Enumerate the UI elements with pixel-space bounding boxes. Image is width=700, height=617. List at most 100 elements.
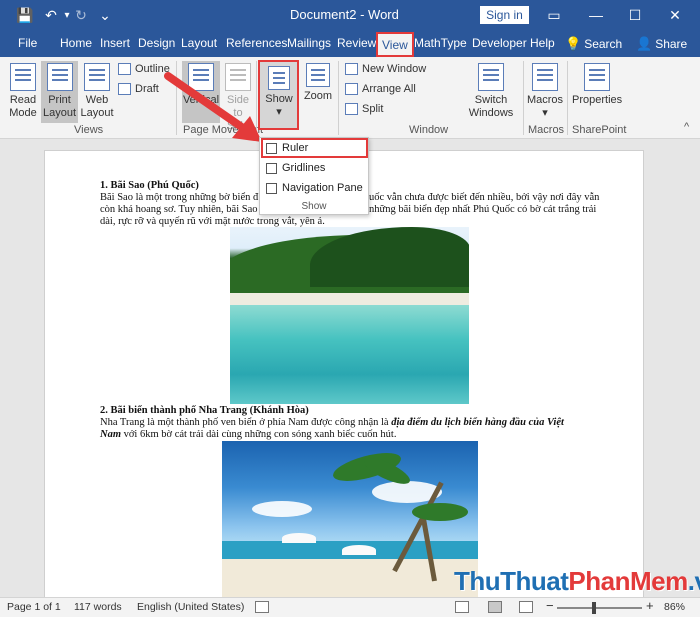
outline-icon	[118, 63, 131, 75]
tab-help[interactable]: Help	[530, 36, 555, 50]
sign-in-button[interactable]: Sign in	[480, 6, 529, 24]
language[interactable]: English (United States)	[137, 601, 244, 613]
tab-references[interactable]: References	[226, 36, 287, 50]
split-button[interactable]: Split	[345, 103, 383, 115]
gridlines-option[interactable]: Gridlines	[266, 162, 325, 174]
web-layout-label-2: Layout	[80, 107, 114, 119]
split-icon	[345, 103, 358, 115]
paragraph-line: những bãi biển đẹp nhất Phú Quốc có bờ c…	[369, 204, 597, 215]
zoom-label: Zoom	[303, 90, 333, 102]
web-layout-label-1: Web	[85, 94, 109, 106]
zoom-button[interactable]: Zoom	[301, 63, 335, 121]
arrange-all-button[interactable]: Arrange All	[345, 83, 416, 95]
paragraph-line: Nam với 6km bờ cát trải dài cùng những c…	[100, 429, 396, 442]
properties-label: Properties	[572, 94, 623, 106]
tab-insert[interactable]: Insert	[100, 36, 130, 50]
customize-toolbar-icon[interactable]: ⌄	[96, 6, 114, 24]
macros-icon	[532, 63, 558, 91]
close-icon[interactable]: ✕	[664, 4, 686, 26]
draft-button[interactable]: Draft	[118, 83, 159, 95]
paragraph-emphasis: địa điểm du lịch biển hàng đầu của Việt	[391, 417, 564, 428]
redo-icon[interactable]: ↻	[72, 6, 90, 24]
zoom-slider-thumb[interactable]	[591, 602, 596, 614]
cloud	[252, 501, 312, 517]
red-arrow-annotation	[164, 72, 262, 142]
tab-mailings[interactable]: Mailings	[287, 36, 331, 50]
word-count[interactable]: 117 words	[74, 601, 122, 613]
read-mode-label-1: Read	[9, 94, 37, 106]
navigation-pane-checkbox[interactable]	[266, 182, 277, 194]
read-mode-button[interactable]: Read Mode	[5, 63, 41, 121]
new-window-icon	[345, 63, 358, 75]
zoom-in-button[interactable]: +	[646, 598, 654, 613]
print-layout-label-1: Print	[48, 94, 71, 106]
web-layout-button[interactable]: Web Layout	[79, 63, 115, 121]
watermark-part: ThuThuat	[454, 566, 569, 596]
navigation-pane-option[interactable]: Navigation Pane	[266, 182, 363, 194]
minimize-icon[interactable]: —	[585, 4, 607, 26]
tab-review[interactable]: Review	[337, 36, 376, 50]
paragraph-line: Bãi Sao là một trong những bờ biển đ	[100, 192, 259, 203]
heading-nha-trang: 2. Bãi biển thành phố Nha Trang (Khánh H…	[100, 405, 309, 416]
ruler-checkbox[interactable]	[266, 142, 277, 154]
tab-file[interactable]: File	[18, 36, 37, 50]
switch-windows-label-2: Windows	[468, 107, 514, 119]
print-layout-view-icon[interactable]	[488, 601, 502, 613]
zoom-level[interactable]: 86%	[664, 601, 685, 613]
ribbon-tabs: File Home Insert Design Layout Reference…	[0, 30, 700, 57]
beach-umbrella	[342, 545, 376, 555]
share-button[interactable]: 👤 Share	[636, 36, 687, 52]
tab-design[interactable]: Design	[138, 36, 175, 50]
zoom-slider[interactable]	[557, 602, 642, 614]
show-group-label: Show	[301, 201, 327, 212]
paragraph-text: Nha Trang là một thành phố ven biển ở ph…	[100, 417, 392, 428]
window-title: Document2 - Word	[290, 7, 399, 22]
print-layout-label-2: Layout	[42, 107, 77, 119]
views-group-label: Views	[74, 124, 104, 136]
tab-mathtype[interactable]: MathType	[414, 36, 467, 50]
tell-me-search[interactable]: 💡 Search	[565, 36, 622, 52]
draft-label: Draft	[135, 83, 159, 95]
group-separator	[567, 61, 568, 135]
ribbon-display-icon[interactable]: ▭	[543, 4, 565, 26]
title-bar: 💾 ↶ ▾ ↻ ⌄ Document2 - Word Sign in ▭ — ☐…	[0, 0, 700, 30]
read-mode-view-icon[interactable]	[455, 601, 469, 613]
page-count[interactable]: Page 1 of 1	[7, 601, 61, 613]
tab-home[interactable]: Home	[60, 36, 92, 50]
properties-button[interactable]: Properties	[572, 63, 622, 121]
save-icon[interactable]: 💾	[16, 6, 34, 24]
paragraph-line: uốc vẫn chưa được biết đến nhiều, bởi vậ…	[369, 192, 600, 203]
collapse-ribbon-icon[interactable]: ^	[684, 121, 689, 133]
read-mode-label-2: Mode	[9, 107, 37, 119]
book-icon	[10, 63, 36, 91]
page-icon	[46, 63, 73, 91]
ruler-label: Ruler	[282, 142, 309, 154]
split-label: Split	[362, 103, 384, 115]
palm-leaves	[412, 503, 468, 521]
switch-windows-icon	[478, 63, 504, 91]
tab-view[interactable]: View	[376, 32, 414, 57]
person-icon: 👤	[636, 36, 653, 51]
accessibility-icon[interactable]	[255, 601, 269, 613]
tab-layout[interactable]: Layout	[181, 36, 217, 50]
arrow-shaft	[164, 72, 250, 134]
new-window-button[interactable]: New Window	[345, 63, 426, 75]
tab-developer[interactable]: Developer	[472, 36, 527, 50]
zoom-out-button[interactable]: −	[546, 598, 554, 613]
switch-windows-button[interactable]: Switch Windows	[463, 63, 519, 123]
watermark-part: PhanMem	[568, 566, 688, 596]
print-layout-button[interactable]: Print Layout	[41, 61, 78, 123]
macros-button[interactable]: Macros ▾	[526, 63, 564, 121]
gridlines-checkbox[interactable]	[266, 162, 277, 174]
navigation-pane-label: Navigation Pane	[282, 182, 363, 194]
web-layout-view-icon[interactable]	[519, 601, 533, 613]
maximize-icon[interactable]: ☐	[624, 4, 646, 26]
switch-windows-label-1: Switch	[474, 94, 508, 106]
site-watermark: ThuThuatPhanMem.vn	[454, 566, 700, 597]
window-group-label: Window	[409, 124, 449, 136]
nha-trang-beach-image	[222, 441, 478, 597]
show-icon	[268, 66, 290, 90]
status-bar: Page 1 of 1 117 words English (United St…	[0, 597, 700, 617]
ruler-option[interactable]: Ruler	[266, 142, 308, 154]
search-label: Search	[584, 37, 623, 51]
